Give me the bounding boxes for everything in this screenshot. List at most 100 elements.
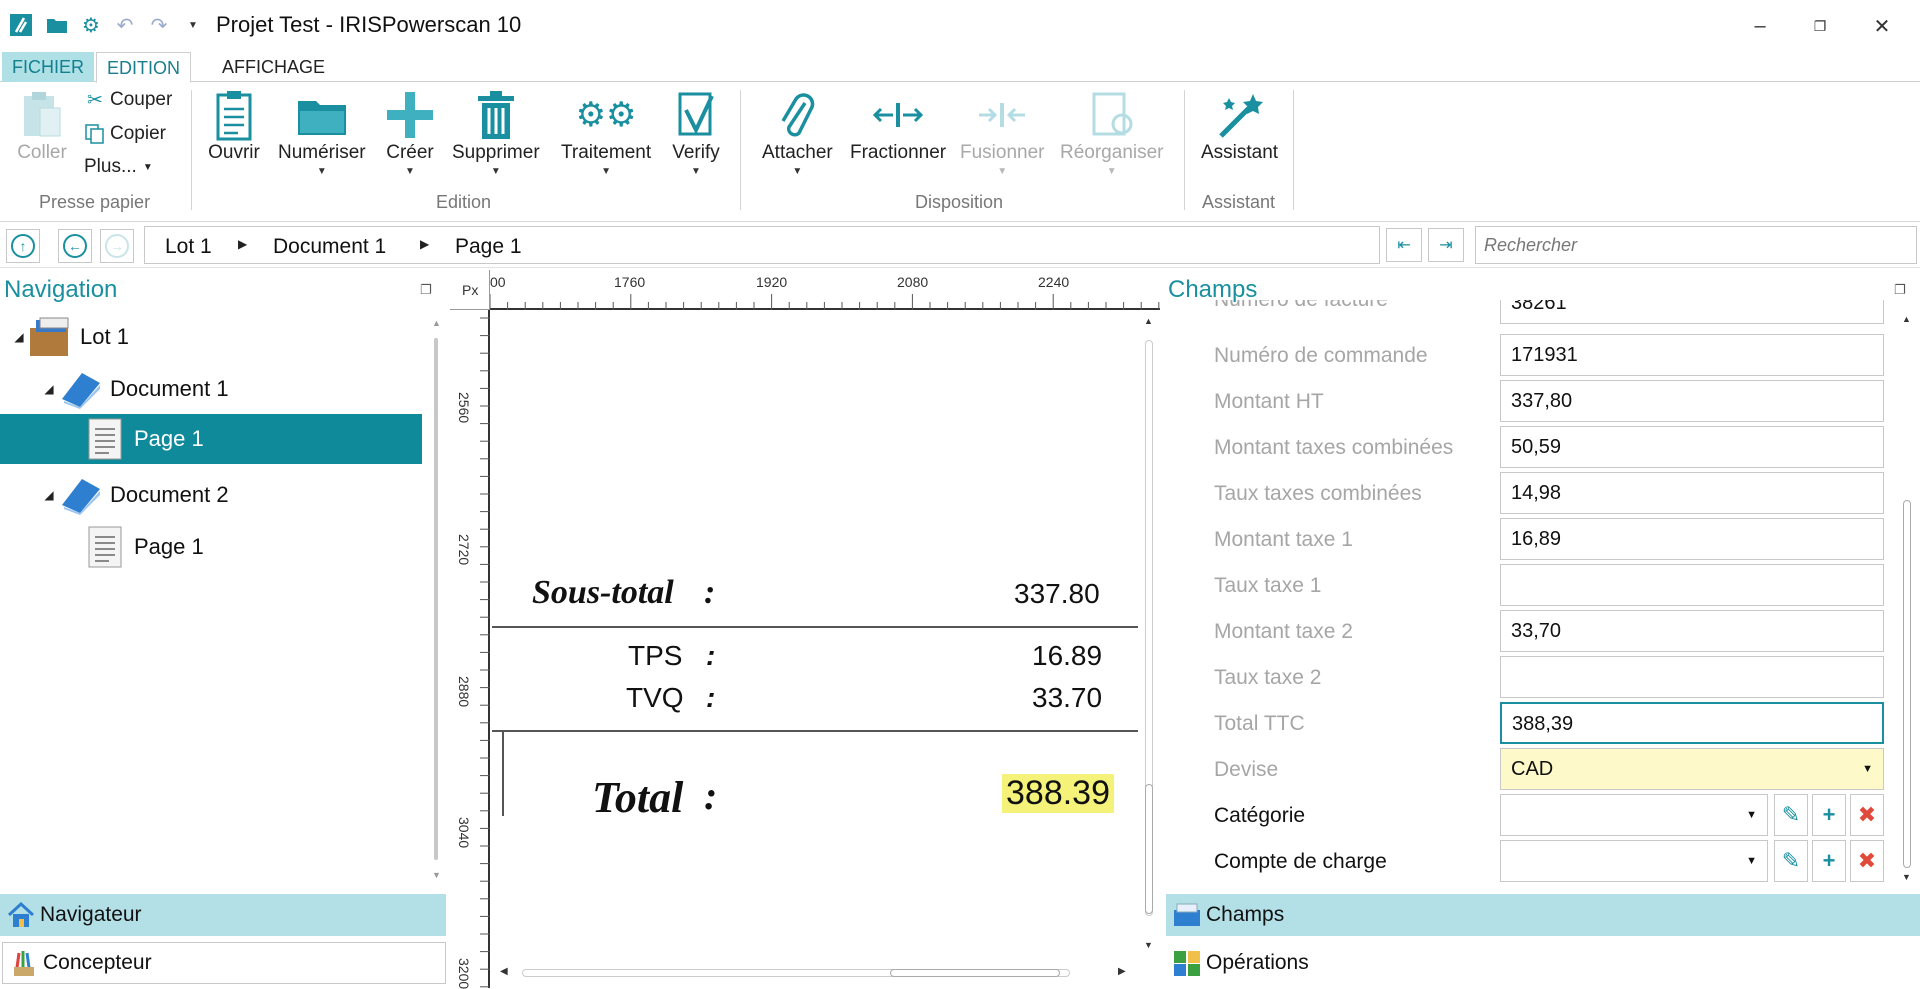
- doc-sous-total-label: Sous-total: [532, 574, 674, 611]
- scroll-down-icon[interactable]: ▼: [1144, 940, 1153, 950]
- restore-button[interactable]: ❐: [1800, 10, 1840, 42]
- field-input-montant-taxe-1[interactable]: 16,89: [1500, 518, 1884, 560]
- field-select-devise[interactable]: CAD ▼: [1500, 748, 1884, 790]
- navigateur-tab[interactable]: Navigateur: [0, 894, 446, 936]
- field-input-numero-facture[interactable]: 38261: [1500, 300, 1884, 324]
- add-compte-button[interactable]: +: [1812, 840, 1846, 882]
- search-input[interactable]: Rechercher: [1475, 226, 1917, 264]
- couper-button[interactable]: ✂ Couper: [82, 88, 172, 112]
- field-input-total-ttc[interactable]: 388,39: [1500, 702, 1884, 744]
- tree-item-document[interactable]: ◢ Document 2: [0, 470, 420, 520]
- doc-colon: :: [704, 574, 716, 611]
- pin-panel-icon[interactable]: ❐: [1894, 282, 1906, 298]
- field-select-compte-de-charge[interactable]: ▼: [1500, 840, 1768, 882]
- scroll-up-icon[interactable]: ▲: [1902, 314, 1911, 324]
- ruler-tick-label: 00: [490, 274, 506, 290]
- breadcrumb-chevron-icon[interactable]: ▶: [238, 237, 247, 251]
- field-input-montant-ht[interactable]: 337,80: [1500, 380, 1884, 422]
- close-button[interactable]: ✕: [1862, 10, 1902, 42]
- tab-fichier[interactable]: FICHIER: [2, 52, 94, 82]
- numeriser-button[interactable]: Numériser ▼: [278, 88, 366, 177]
- close-icon: ✖: [1857, 802, 1877, 827]
- supprimer-button[interactable]: Supprimer ▼: [452, 88, 540, 177]
- tree-item-page[interactable]: Page 1: [0, 522, 420, 572]
- forward-button[interactable]: →: [100, 229, 134, 263]
- collapse-panel-button[interactable]: ⇤: [1386, 228, 1422, 262]
- pin-panel-icon[interactable]: ❐: [420, 282, 432, 298]
- back-button[interactable]: ←: [58, 229, 92, 263]
- tab-affichage[interactable]: AFFICHAGE: [212, 52, 335, 82]
- breadcrumb-item-lot[interactable]: Lot 1: [165, 235, 212, 259]
- chevron-down-icon[interactable]: ▼: [1746, 841, 1757, 881]
- scroll-left-icon[interactable]: ◀: [500, 966, 508, 977]
- attacher-button[interactable]: Attacher ▼: [762, 88, 833, 177]
- open-folder-icon[interactable]: [44, 12, 70, 38]
- minimize-button[interactable]: –: [1740, 10, 1780, 42]
- champs-vscroll-thumb[interactable]: [1903, 500, 1911, 868]
- creer-button[interactable]: Créer ▼: [382, 88, 438, 177]
- ouvrir-button[interactable]: Ouvrir: [206, 88, 262, 164]
- scroll-up-icon[interactable]: ▲: [1144, 316, 1153, 326]
- batch-box-icon: [28, 314, 74, 360]
- document-page-image[interactable]: Sous-total : 337.80 TPS : 16.89 TVQ : 33…: [492, 312, 1138, 972]
- viewer-hscroll-thumb[interactable]: [890, 969, 1060, 977]
- expand-triangle-icon[interactable]: ◢: [40, 488, 58, 502]
- field-input-numero-commande[interactable]: 171931: [1500, 334, 1884, 376]
- nav-scrollbar[interactable]: [434, 338, 438, 860]
- pencil-icon: ✎: [1781, 802, 1801, 827]
- expand-triangle-icon[interactable]: ◢: [40, 382, 58, 396]
- undo-icon[interactable]: ↶: [112, 12, 138, 38]
- redo-icon[interactable]: ↷: [146, 12, 172, 38]
- ribbon-separator: [1184, 90, 1185, 210]
- tab-edition[interactable]: EDITION: [96, 52, 192, 83]
- expand-panel-button[interactable]: ⇥: [1428, 228, 1464, 262]
- expand-triangle-icon[interactable]: ◢: [10, 330, 28, 344]
- champs-tab[interactable]: Champs: [1166, 894, 1920, 936]
- field-label: Catégorie: [1214, 804, 1306, 827]
- chevron-down-icon: ▼: [316, 166, 327, 177]
- breadcrumb-chevron-icon[interactable]: ▶: [420, 237, 429, 251]
- tree-item-page-selected[interactable]: Page 1: [0, 414, 422, 464]
- field-label: Montant HT: [1214, 390, 1324, 413]
- settings-gears-icon[interactable]: ⚙: [78, 12, 104, 38]
- field-input-montant-taxe-2[interactable]: 33,70: [1500, 610, 1884, 652]
- plus-dropdown[interactable]: Plus... ▼: [84, 156, 153, 178]
- add-categorie-button[interactable]: +: [1812, 794, 1846, 836]
- traitement-button[interactable]: ⚙⚙ Traitement ▼: [561, 88, 651, 177]
- field-input-taux-taxe-2[interactable]: [1500, 656, 1884, 698]
- scroll-up-icon[interactable]: ▲: [432, 318, 441, 328]
- field-input-taux-taxes-combinees[interactable]: 14,98: [1500, 472, 1884, 514]
- viewer-vscroll-thumb[interactable]: [1145, 784, 1153, 914]
- concepteur-tab[interactable]: Concepteur: [2, 942, 446, 984]
- chevron-down-icon[interactable]: ▼: [1862, 749, 1873, 789]
- operations-tab-label: Opérations: [1206, 951, 1309, 974]
- scroll-down-icon[interactable]: ▼: [432, 870, 441, 880]
- tree-item-lot[interactable]: ◢ Lot 1: [0, 312, 420, 362]
- arrow-up-icon: ↑: [11, 234, 35, 258]
- coller-button[interactable]: Coller: [14, 88, 70, 164]
- delete-compte-button[interactable]: ✖: [1850, 840, 1884, 882]
- breadcrumb-item-page[interactable]: Page 1: [455, 235, 522, 259]
- tree-item-document[interactable]: ◢ Document 1: [0, 364, 420, 414]
- arrow-right-icon: →: [105, 234, 129, 258]
- field-input-taux-taxe-1[interactable]: [1500, 564, 1884, 606]
- fusionner-button[interactable]: Fusionner ▼: [960, 88, 1045, 177]
- operations-tab[interactable]: Opérations: [1166, 942, 1920, 984]
- reorganiser-button[interactable]: Réorganiser ▼: [1060, 88, 1164, 177]
- customize-toolbar-chevron-icon[interactable]: ▼: [180, 12, 206, 38]
- fractionner-button[interactable]: Fractionner: [850, 88, 946, 164]
- copier-button[interactable]: Copier: [82, 122, 166, 146]
- group-label-presse-papier: Presse papier: [39, 192, 151, 212]
- edit-compte-button[interactable]: ✎: [1774, 840, 1808, 882]
- scroll-right-icon[interactable]: ▶: [1118, 966, 1126, 977]
- breadcrumb-item-document[interactable]: Document 1: [273, 235, 386, 259]
- up-button[interactable]: ↑: [6, 229, 40, 263]
- field-select-categorie[interactable]: ▼: [1500, 794, 1768, 836]
- scroll-down-icon[interactable]: ▼: [1902, 872, 1911, 882]
- verify-button[interactable]: Verify ▼: [668, 88, 724, 177]
- delete-categorie-button[interactable]: ✖: [1850, 794, 1884, 836]
- field-input-montant-taxes-combinees[interactable]: 50,59: [1500, 426, 1884, 468]
- chevron-down-icon[interactable]: ▼: [1746, 795, 1757, 835]
- assistant-button[interactable]: Assistant: [1201, 88, 1278, 164]
- edit-categorie-button[interactable]: ✎: [1774, 794, 1808, 836]
